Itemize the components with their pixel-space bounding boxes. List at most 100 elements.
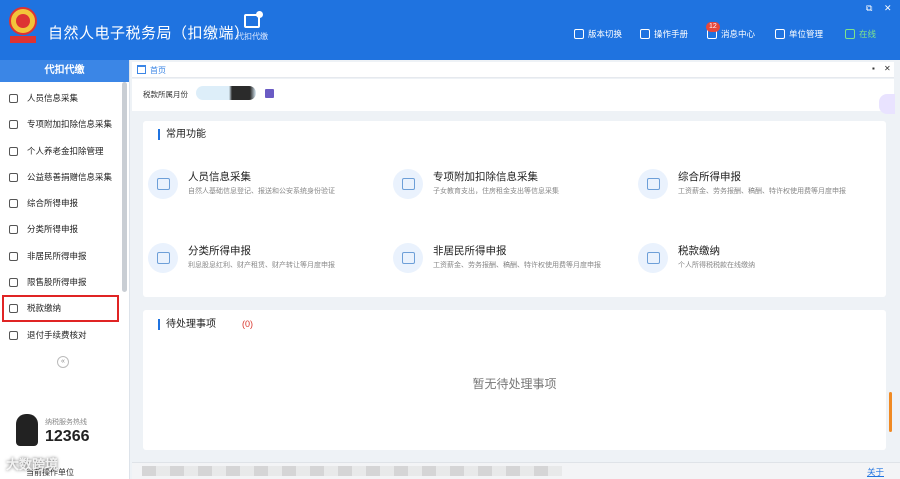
sidebar-item-refund-fee-check[interactable]: 退付手续费核对 — [0, 322, 129, 348]
main-scrollbar[interactable] — [889, 392, 892, 432]
pending-empty-text: 暂无待处理事项 — [472, 377, 557, 391]
sidebar-item-label: 非居民所得申报 — [27, 250, 87, 261]
home-icon[interactable] — [137, 65, 146, 74]
sidebar-item-label: 公益慈善捐赠信息采集 — [27, 171, 113, 182]
pending-items-card: 待处理事项 (0) 暂无待处理事项 — [143, 310, 886, 450]
function-title: 分类所得申报 — [188, 245, 251, 257]
blurred-unit-info — [142, 466, 562, 476]
edit-icon — [393, 243, 423, 273]
sidebar-item-donation[interactable]: 公益慈善捐赠信息采集 — [0, 164, 129, 190]
sidebar-item-classified-income[interactable]: 分类所得申报 — [0, 216, 129, 242]
breadcrumb: 首页 ▪ ✕ — [132, 62, 894, 78]
sidebar-item-comprehensive-income[interactable]: 综合所得申报 — [0, 190, 129, 216]
breadcrumb-home[interactable]: 首页 — [150, 65, 166, 76]
pension-icon — [9, 146, 18, 156]
function-title: 人员信息采集 — [188, 171, 251, 183]
layers-icon — [9, 199, 18, 209]
tab-restore-icon[interactable]: ▪ — [872, 64, 875, 73]
deduction-icon — [393, 169, 423, 199]
sidebar-item-label: 专项附加扣除信息采集 — [27, 119, 113, 130]
calendar-icon[interactable] — [265, 89, 274, 98]
function-desc: 利息股息红利、财产租赁、财产转让等月度申报 — [188, 262, 335, 269]
pie-icon — [9, 225, 18, 235]
online-label: 在线 — [859, 29, 877, 39]
function-desc: 个人所得税税款在线缴纳 — [678, 262, 755, 269]
function-title: 非居民所得申报 — [433, 245, 507, 257]
donation-icon — [9, 172, 18, 182]
org-management-label: 单位管理 — [789, 29, 824, 39]
online-status[interactable]: 在线 — [845, 28, 876, 40]
function-title: 税款缴纳 — [678, 245, 720, 257]
function-person-info[interactable]: 人员信息采集 自然人基础信息登记、报送和公安系统身份验证 — [148, 169, 378, 209]
sidebar-menu: 人员信息采集 专项附加扣除信息采集 个人养老金扣除管理 公益慈善捐赠信息采集 综… — [0, 85, 129, 348]
checklist-icon — [9, 330, 18, 340]
version-switch-label: 版本切换 — [588, 29, 623, 39]
restore-window-icon[interactable]: ⧉ — [866, 3, 872, 14]
sidebar-item-label: 限售股所得申报 — [27, 277, 87, 288]
status-bar: 关于 — [132, 462, 900, 479]
sidebar-item-label: 人员信息采集 — [27, 93, 79, 103]
id-card-icon — [148, 169, 178, 199]
function-tax-payment[interactable]: 税款缴纳 个人所得税税款在线缴纳 — [638, 243, 868, 283]
about-link[interactable]: 关于 — [867, 466, 884, 478]
app-title: 自然人电子税务局（扣缴端） — [48, 25, 250, 42]
sidebar-item-person-info[interactable]: 人员信息采集 — [0, 85, 129, 111]
switch-icon — [574, 29, 584, 39]
collapse-sidebar-button[interactable]: « — [57, 356, 69, 368]
version-switch-button[interactable]: 版本切换 — [574, 28, 622, 40]
sidebar-item-label: 退付手续费核对 — [27, 329, 87, 340]
sidebar-item-tax-payment[interactable]: 税款缴纳 — [2, 295, 119, 322]
module-label: 代扣代缴 — [236, 32, 268, 41]
close-window-icon[interactable]: ✕ — [884, 3, 892, 14]
function-desc: 子女教育支出，住房租金支出等信息采集 — [433, 188, 559, 195]
report-icon — [638, 169, 668, 199]
sidebar-item-restricted-shares[interactable]: 限售股所得申报 — [0, 269, 129, 295]
period-row: 税款所属月份 — [132, 79, 894, 111]
org-management-button[interactable]: 单位管理 — [775, 28, 823, 40]
manual-label: 操作手册 — [654, 29, 689, 39]
hotline-logo-icon — [16, 414, 38, 446]
top-bar: 自然人电子税务局（扣缴端） 代扣代缴 版本切换 操作手册 消息中心 12 单位管… — [0, 0, 900, 60]
function-title: 综合所得申报 — [678, 171, 741, 183]
function-title: 专项附加扣除信息采集 — [433, 171, 538, 183]
payment-icon — [638, 243, 668, 273]
sidebar-item-label: 综合所得申报 — [27, 198, 79, 209]
pending-count: (0) — [242, 319, 253, 329]
grid-icon — [9, 120, 18, 130]
sidebar-item-special-deduction[interactable]: 专项附加扣除信息采集 — [0, 111, 129, 137]
message-center-label: 消息中心 — [721, 29, 756, 39]
hotline-number: 12366 — [45, 428, 90, 445]
bar-chart-icon — [9, 278, 18, 288]
function-special-deduction[interactable]: 专项附加扣除信息采集 子女教育支出，住房租金支出等信息采集 — [393, 169, 623, 209]
tab-close-icon[interactable]: ✕ — [884, 64, 891, 73]
sidebar-scrollbar[interactable] — [122, 82, 127, 292]
sidebar-item-pension[interactable]: 个人养老金扣除管理 — [0, 138, 129, 164]
online-icon — [845, 29, 855, 39]
pending-title: 待处理事项 — [158, 319, 216, 330]
common-functions-card: 常用功能 人员信息采集 自然人基础信息登记、报送和公安系统身份验证 专项附加扣除… — [143, 121, 886, 297]
function-classified-income[interactable]: 分类所得申报 利息股息红利、财产租赁、财产转让等月度申报 — [148, 243, 378, 283]
sidebar-header: 代扣代缴 — [0, 60, 129, 82]
folder-icon — [9, 304, 18, 314]
org-icon — [775, 29, 785, 39]
function-comprehensive-income[interactable]: 综合所得申报 工资薪金、劳务报酬、稿酬、特许权使用费等月度申报 — [638, 169, 883, 209]
edit-icon — [148, 243, 178, 273]
sidebar-item-label: 税款缴纳 — [27, 303, 62, 314]
users-icon — [9, 251, 18, 261]
function-desc: 工资薪金、劳务报酬、稿酬、特许权使用费等月度申报 — [433, 262, 601, 269]
manual-button[interactable]: 操作手册 — [640, 28, 688, 40]
module-icon — [244, 11, 263, 28]
function-nonresident-income[interactable]: 非居民所得申报 工资薪金、劳务报酬、稿酬、特许权使用费等月度申报 — [393, 243, 623, 283]
manual-icon — [640, 29, 650, 39]
floating-assistant-icon[interactable] — [879, 94, 895, 114]
sidebar-item-label: 分类所得申报 — [27, 224, 79, 235]
person-icon — [9, 94, 18, 103]
tax-emblem-icon — [9, 7, 37, 43]
period-label: 税款所属月份 — [143, 90, 188, 99]
period-field[interactable] — [196, 86, 256, 100]
common-functions-title: 常用功能 — [158, 129, 206, 140]
watermark: 大数跨境 — [6, 457, 59, 472]
module-withholding-button[interactable]: 代扣代缴 — [230, 11, 274, 54]
message-count-badge: 12 — [706, 22, 720, 32]
sidebar-item-nonresident-income[interactable]: 非居民所得申报 — [0, 243, 129, 269]
